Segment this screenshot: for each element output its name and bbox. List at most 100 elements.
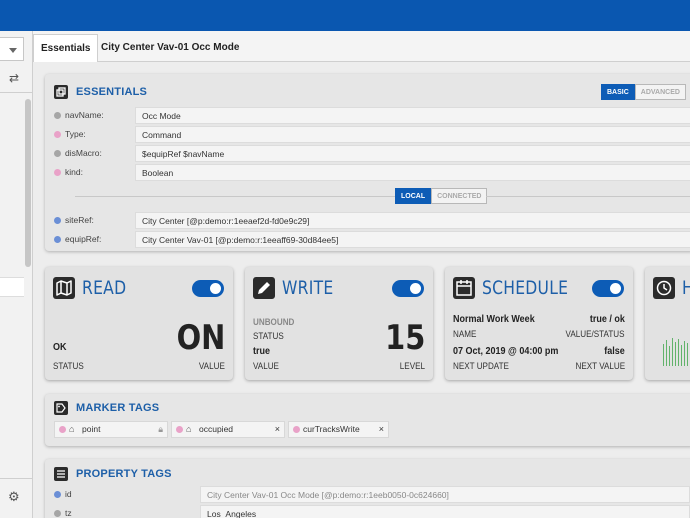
field-label: disMacro: xyxy=(65,148,102,158)
nav-selected-item[interactable] xyxy=(0,277,24,297)
type-field[interactable]: Command xyxy=(135,126,690,143)
read-status-label: STATUS xyxy=(53,361,84,371)
tab-point-record[interactable]: City Center Vav-01 Occ Mode xyxy=(94,34,246,62)
marker-chip[interactable]: curTracksWrite × xyxy=(288,421,389,438)
gear-icon[interactable]: ⚙ xyxy=(8,489,20,505)
close-icon[interactable]: × xyxy=(379,422,384,437)
chip-label: point xyxy=(82,424,101,434)
chip-label: occupied xyxy=(199,424,234,434)
schedule-value-status: true / ok xyxy=(589,314,625,325)
schedule-title: SCHEDULE xyxy=(482,277,569,299)
basic-advanced-toggle: BASIC ADVANCED xyxy=(601,84,686,100)
tz-field[interactable]: Los_Angeles xyxy=(200,505,690,518)
essentials-title: ESSENTIALS xyxy=(76,86,148,98)
history-title: H xyxy=(682,277,690,299)
history-icon xyxy=(653,277,675,299)
divider xyxy=(0,92,33,93)
map-icon xyxy=(53,277,75,299)
field-row-type: Type: Command xyxy=(54,126,690,143)
tag-dot xyxy=(54,112,61,119)
schedule-card: SCHEDULE Normal Work Week true / ok NAME… xyxy=(445,267,633,380)
write-level-label: LEVEL xyxy=(399,361,425,371)
tag-dot xyxy=(54,510,61,517)
toggle-knob xyxy=(610,283,621,294)
tag-dot xyxy=(293,426,300,433)
advanced-button[interactable]: ADVANCED xyxy=(634,84,686,100)
app-header-bar xyxy=(0,0,690,31)
write-level: 15 xyxy=(384,318,425,358)
main-content: ESSENTIALS BASIC ADVANCED navName: Occ M… xyxy=(33,62,690,518)
tag-dot xyxy=(176,426,183,433)
local-connected-toggle: LOCAL CONNECTED xyxy=(395,188,488,204)
schedule-name: Normal Work Week xyxy=(453,314,535,325)
marker-chip[interactable]: ⌂ point 🔒︎ xyxy=(54,421,168,438)
tag-icon: ⌂ xyxy=(69,424,75,434)
navname-field[interactable]: Occ Mode xyxy=(135,107,690,124)
marker-chip[interactable]: ⌂ occupied × xyxy=(171,421,285,438)
toggle-knob xyxy=(410,283,421,294)
left-navigation-pane: ⇄ ⚙ xyxy=(0,31,33,518)
field-row-siteref: siteRef: City Center [@p:demo:r:1eeaef2d… xyxy=(54,212,690,229)
field-row-navname: navName: Occ Mode xyxy=(54,107,690,124)
schedule-next-update-label: NEXT UPDATE xyxy=(453,361,509,371)
chip-label: curTracksWrite xyxy=(303,424,360,434)
dismacro-field[interactable]: $equipRef $navName xyxy=(135,145,690,162)
divider xyxy=(486,196,690,197)
property-row-tz: tz Los_Angeles xyxy=(54,505,690,518)
tag-dot xyxy=(59,426,66,433)
calendar-icon xyxy=(453,277,475,299)
field-label: kind: xyxy=(65,167,83,177)
schedule-name-label: NAME xyxy=(453,329,477,339)
field-label: equipRef: xyxy=(65,234,102,244)
write-unbound: UNBOUND xyxy=(253,317,295,327)
ref-dot xyxy=(54,491,61,498)
nav-scrollbar[interactable] xyxy=(25,99,31,267)
write-toggle[interactable] xyxy=(392,280,424,297)
marker-tags-title: MARKER TAGS xyxy=(76,402,160,414)
read-status: OK xyxy=(53,342,67,353)
read-value: ON xyxy=(176,318,225,358)
field-label: id xyxy=(65,489,72,499)
ref-dot xyxy=(54,217,61,224)
property-row-id: id City Center Vav-01 Occ Mode [@p:demo:… xyxy=(54,486,690,503)
read-value-label: VALUE xyxy=(199,361,225,371)
read-title: READ xyxy=(82,277,127,299)
read-card: READ ON OK STATUS VALUE xyxy=(45,267,233,380)
schedule-value-status-label: VALUE/STATUS xyxy=(566,329,625,339)
schedule-next-update: 07 Oct, 2019 @ 04:00 pm xyxy=(453,346,559,357)
write-value: true xyxy=(253,346,271,357)
basic-button[interactable]: BASIC xyxy=(601,84,635,100)
siteref-field[interactable]: City Center [@p:demo:r:1eeaef2d-fd0e9c29… xyxy=(135,212,690,229)
tag-dot xyxy=(54,169,61,176)
tab-essentials[interactable]: Essentials xyxy=(33,34,99,62)
field-label: Type: xyxy=(65,129,86,139)
swap-icon[interactable]: ⇄ xyxy=(9,71,19,85)
read-toggle[interactable] xyxy=(192,280,224,297)
chevron-down-icon xyxy=(9,48,17,53)
local-button[interactable]: LOCAL xyxy=(395,188,432,204)
divider xyxy=(75,196,395,197)
lock-icon: 🔒︎ xyxy=(158,424,163,434)
write-card: WRITE UNBOUND STATUS true VALUE 15 LEVEL xyxy=(245,267,433,380)
write-status-label: STATUS xyxy=(253,331,284,341)
divider xyxy=(0,478,33,479)
field-row-kind: kind: Boolean xyxy=(54,164,690,181)
id-field[interactable]: City Center Vav-01 Occ Mode [@p:demo:r:1… xyxy=(200,486,690,503)
kind-field[interactable]: Boolean xyxy=(135,164,690,181)
essentials-card: ESSENTIALS BASIC ADVANCED navName: Occ M… xyxy=(45,74,690,251)
nav-dropdown[interactable] xyxy=(0,37,24,61)
tag-dot xyxy=(54,131,61,138)
list-icon xyxy=(54,467,68,481)
schedule-toggle[interactable] xyxy=(592,280,624,297)
tag-icon xyxy=(54,401,68,415)
equipref-field[interactable]: City Center Vav-01 [@p:demo:r:1eeaff69-3… xyxy=(135,231,690,248)
tag-dot xyxy=(54,150,61,157)
pencil-icon xyxy=(253,277,275,299)
essentials-icon xyxy=(54,85,68,99)
connected-button[interactable]: CONNECTED xyxy=(431,188,488,204)
toggle-knob xyxy=(210,283,221,294)
field-label: navName: xyxy=(65,110,104,120)
close-icon[interactable]: × xyxy=(275,422,280,437)
field-label: tz xyxy=(65,508,72,518)
write-title: WRITE xyxy=(282,277,334,299)
